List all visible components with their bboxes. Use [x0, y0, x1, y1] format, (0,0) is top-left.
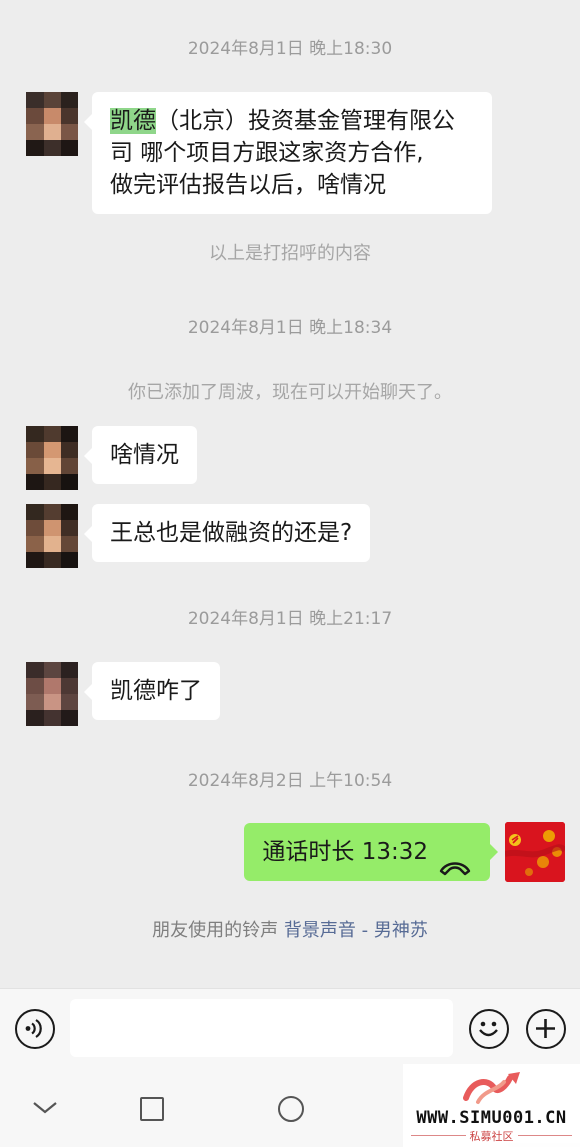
system-notice: 你已添加了周波，现在可以开始聊天了。: [128, 382, 452, 403]
message-text: 凯德咋了: [110, 678, 202, 704]
simu-logo-icon: [463, 1072, 520, 1104]
highlighted-text: 凯德: [110, 108, 156, 134]
emoji-icon[interactable]: [469, 1009, 509, 1049]
timestamp: 2024年8月1日 晚上18:30: [187, 39, 393, 59]
chat-area[interactable]: 2024年8月1日 晚上18:30 凯德（北京）投资基金管理有限公 司 哪个项目…: [0, 0, 580, 988]
system-notice: 以上是打招呼的内容: [209, 243, 371, 264]
message-input[interactable]: [70, 999, 453, 1057]
plus-icon[interactable]: [526, 1009, 566, 1049]
message-bubble[interactable]: 凯德（北京）投资基金管理有限公 司 哪个项目方跟这家资方合作, 做完评估报告以后…: [84, 92, 492, 214]
ringtone-prefix: 朋友使用的铃声: [152, 920, 279, 941]
nav-back-icon[interactable]: [30, 1098, 60, 1118]
contact-avatar[interactable]: [26, 504, 78, 568]
watermark-site-text: WWW.SIMU001.CN: [416, 1108, 567, 1128]
call-duration-text: 通话时长 13:32: [262, 839, 428, 865]
contact-avatar[interactable]: [26, 662, 78, 726]
contact-avatar[interactable]: [26, 92, 78, 156]
message-text: 啥情况: [110, 442, 179, 468]
my-avatar[interactable]: [505, 822, 565, 882]
contact-avatar[interactable]: [26, 426, 78, 490]
message-bubble[interactable]: 凯德咋了: [84, 662, 220, 720]
message-bubble[interactable]: 王总也是做融资的还是?: [83, 504, 371, 562]
ringtone-link[interactable]: 背景声音 - 男神苏: [284, 920, 428, 941]
site-watermark: WWW.SIMU001.CN 私募社区: [403, 1064, 580, 1147]
message-text: 做完评估报告以后，啥情况: [110, 172, 386, 198]
phone-hangup-icon: [438, 842, 472, 876]
call-record-bubble[interactable]: 通话时长 13:32: [244, 823, 498, 881]
timestamp: 2024年8月1日 晚上18:34: [187, 318, 393, 338]
nav-recent-icon[interactable]: [140, 1097, 164, 1121]
timestamp: 2024年8月2日 上午10:54: [187, 771, 393, 791]
ringtone-notice: 朋友使用的铃声 背景声音 - 男神苏: [0, 916, 580, 942]
voice-icon[interactable]: [15, 1009, 55, 1049]
message-text: 司 哪个项目方跟这家资方合作,: [110, 140, 424, 166]
message-bubble[interactable]: 啥情况: [84, 426, 197, 484]
flag-emblem-icon: [505, 822, 565, 882]
watermark-sub-text: 私募社区: [403, 1128, 580, 1144]
input-bar: [0, 988, 580, 1068]
message-text: 王总也是做融资的还是?: [110, 520, 353, 546]
message-text: （北京）投资基金管理有限公: [156, 108, 455, 134]
timestamp: 2024年8月1日 晚上21:17: [187, 609, 393, 629]
nav-home-icon[interactable]: [278, 1096, 304, 1122]
